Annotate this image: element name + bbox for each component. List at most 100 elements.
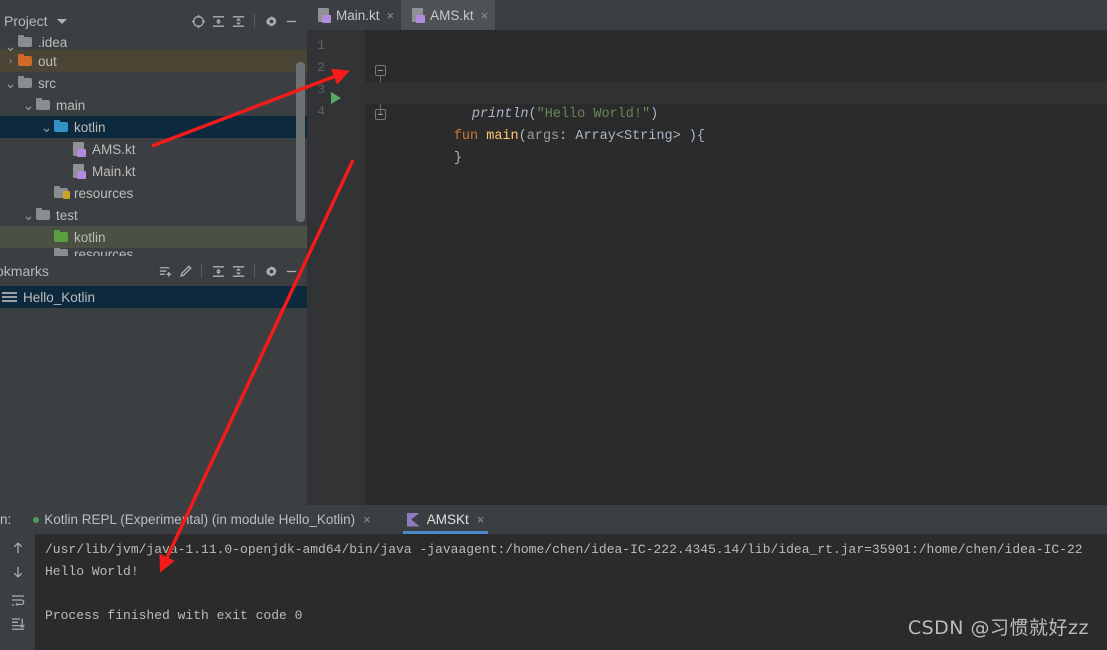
soft-wrap-icon[interactable] — [8, 590, 28, 610]
project-panel-header: Project — [0, 8, 307, 34]
locate-icon[interactable] — [188, 11, 208, 31]
folder-resources-icon — [53, 185, 70, 201]
collapse-all-icon[interactable] — [228, 261, 248, 281]
code-editor[interactable]: fun main(args: Array<String> ){ println(… — [365, 30, 1107, 505]
bookmark-list-item[interactable]: Hello_Kotlin — [0, 286, 307, 308]
folder-out-icon — [17, 53, 34, 69]
collapse-all-icon[interactable] — [228, 11, 248, 31]
run-tab-label: Kotlin REPL (Experimental) (in module He… — [44, 512, 356, 527]
fold-marker-icon[interactable] — [375, 65, 386, 76]
toolbar-divider — [254, 14, 255, 28]
gear-icon[interactable] — [261, 261, 281, 281]
tree-row[interactable]: AMS.kt — [0, 138, 307, 160]
chevron-right-icon[interactable]: › — [4, 56, 17, 67]
code-colon: : — [559, 129, 576, 144]
minimize-icon[interactable] — [281, 261, 301, 281]
tree-row[interactable]: ⌄ kotlin — [0, 116, 307, 138]
kotlin-file-icon — [410, 7, 426, 23]
editor-tab[interactable]: AMS.kt × — [401, 0, 496, 30]
tree-row[interactable]: ⌄ .idea — [0, 34, 307, 53]
line-number: 1 — [317, 38, 325, 53]
code-brace-close: } — [453, 151, 462, 166]
close-icon[interactable]: × — [387, 9, 395, 22]
ide-window: Project ⌄ .idea › out ⌄ src ⌄ main ⌄ kotlin A — [0, 0, 1107, 650]
scroll-to-end-icon[interactable] — [8, 614, 28, 634]
tree-row-label: resources — [74, 185, 134, 201]
tree-row[interactable]: ⌄ src — [0, 72, 307, 94]
run-tab[interactable]: Kotlin REPL (Experimental) (in module He… — [25, 505, 378, 534]
fold-end-marker-icon[interactable] — [375, 109, 386, 120]
tree-row[interactable]: resources — [0, 182, 307, 204]
chevron-down-icon[interactable]: ⌄ — [22, 98, 35, 112]
tree-row[interactable]: resources — [0, 248, 307, 256]
editor-gutter[interactable]: 1 2 3 4 — [307, 30, 365, 505]
console-sidebar-toolbar — [0, 534, 35, 650]
run-tab[interactable]: AMSKt × — [399, 505, 493, 534]
folder-icon — [53, 248, 70, 256]
console-line: Process finished with exit code 0 — [45, 608, 303, 623]
project-tree[interactable]: ⌄ .idea › out ⌄ src ⌄ main ⌄ kotlin AMS.kt Main.kt r… — [0, 34, 307, 256]
tree-row[interactable]: kotlin — [0, 226, 307, 248]
expand-all-icon[interactable] — [208, 11, 228, 31]
chevron-down-icon[interactable] — [56, 18, 67, 24]
close-icon[interactable]: × — [477, 512, 485, 527]
run-gutter-icon[interactable] — [331, 92, 341, 104]
tree-row-label: main — [56, 97, 86, 113]
editor-tab-label: AMS.kt — [430, 7, 474, 23]
run-tab-label: AMSKt — [426, 512, 469, 527]
tree-row-label: kotlin — [74, 119, 106, 135]
bookmark-list-icon — [2, 290, 20, 304]
tree-row[interactable]: › out — [0, 50, 307, 72]
editor-area: Main.kt × AMS.kt × 1 2 3 4 fun main(args: Arra… — [307, 0, 1107, 505]
code-parameter-name: args — [526, 129, 560, 144]
scroll-down-icon[interactable] — [8, 562, 28, 582]
project-tree-scrollbar[interactable] — [296, 62, 305, 222]
edit-icon[interactable] — [175, 261, 195, 281]
console-line: Hello World! — [45, 564, 139, 579]
bookmarks-panel-header: okmarks — [0, 258, 307, 284]
code-line-2[interactable]: fun main(args: Array<String> ){ — [375, 60, 1107, 144]
watermark: CSDN @习惯就好zz — [907, 617, 1089, 639]
toolbar-divider — [254, 264, 255, 278]
project-panel-title: Project — [4, 13, 48, 29]
line-number: 4 — [317, 104, 325, 119]
close-icon[interactable]: × — [481, 9, 489, 22]
line-number: 3 — [317, 82, 325, 97]
code-paren-close: ) — [688, 129, 697, 144]
code-line-3[interactable]: println("Hello World!") — [365, 82, 1107, 122]
editor-tabs-bar: Main.kt × AMS.kt × — [307, 0, 1107, 30]
toolbar-divider — [201, 264, 202, 278]
chevron-down-icon[interactable]: ⌄ — [4, 39, 17, 53]
minimize-icon[interactable] — [281, 11, 301, 31]
folder-icon — [35, 207, 52, 223]
editor-tab[interactable]: Main.kt × — [307, 0, 401, 30]
code-parameter-type: Array<String> — [575, 129, 689, 144]
running-indicator-icon — [33, 516, 40, 523]
run-tool-window-label: n: — [0, 512, 12, 527]
editor-tab-label: Main.kt — [336, 7, 380, 23]
tree-row-label: AMS.kt — [92, 141, 136, 157]
kotlin-file-icon — [71, 163, 88, 179]
tree-row[interactable]: ⌄ main — [0, 94, 307, 116]
code-line-4[interactable]: } — [375, 104, 1107, 166]
folder-icon — [35, 97, 52, 113]
gear-icon[interactable] — [261, 11, 281, 31]
bookmarks-list[interactable]: Hello_Kotlin — [0, 286, 307, 501]
folder-sources-icon — [53, 119, 70, 135]
tree-row[interactable]: ⌄ test — [0, 204, 307, 226]
chevron-down-icon[interactable]: ⌄ — [22, 208, 35, 222]
folder-test-sources-icon — [53, 229, 70, 245]
expand-all-icon[interactable] — [208, 261, 228, 281]
scroll-up-icon[interactable] — [8, 538, 28, 558]
console-line: /usr/lib/jvm/java-1.11.0-openjdk-amd64/b… — [45, 542, 1083, 557]
tree-row-label: resources — [74, 248, 134, 256]
code-function-name: main — [478, 129, 519, 144]
chevron-down-icon[interactable]: ⌄ — [40, 120, 53, 134]
tree-row-label: out — [38, 53, 57, 69]
folder-icon — [17, 75, 34, 91]
add-bookmark-list-icon[interactable] — [155, 261, 175, 281]
tree-row[interactable]: Main.kt — [0, 160, 307, 182]
tree-row-label: kotlin — [74, 229, 106, 245]
close-icon[interactable]: × — [363, 512, 371, 527]
chevron-down-icon[interactable]: ⌄ — [4, 76, 17, 90]
